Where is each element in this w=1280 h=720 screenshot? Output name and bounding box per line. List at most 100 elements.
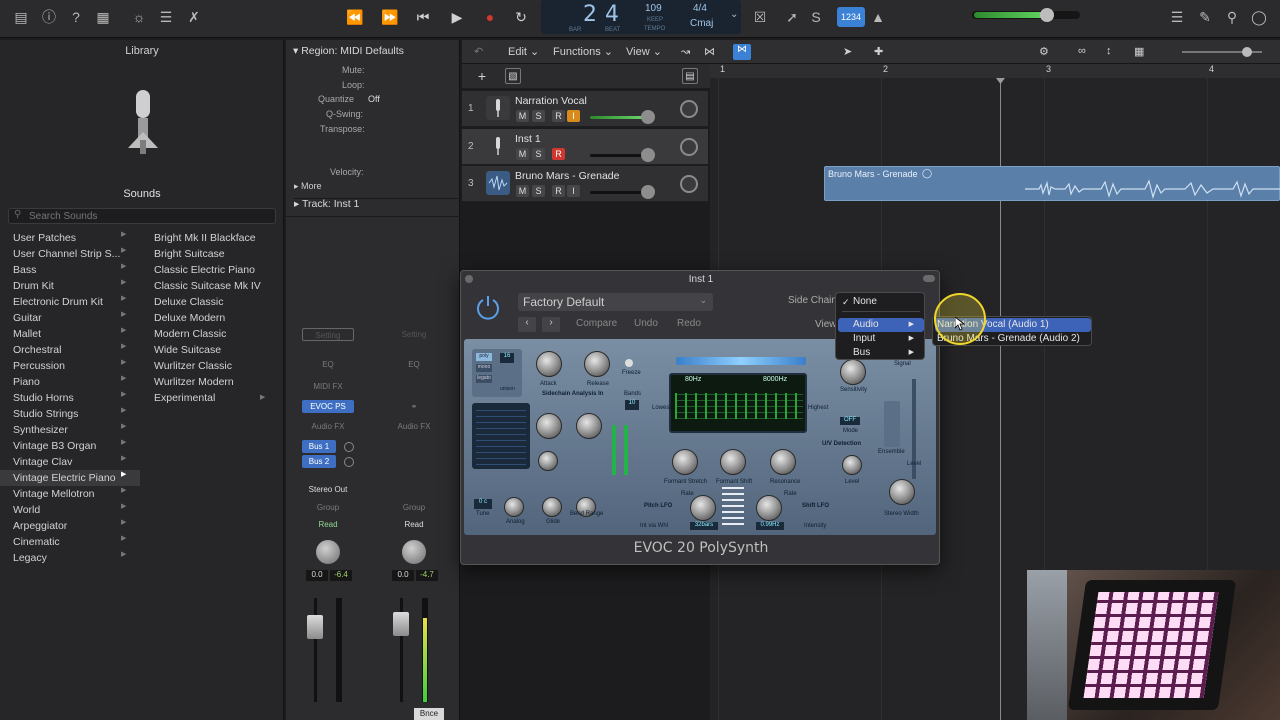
toolbar-icon[interactable]: ▦ <box>92 7 114 27</box>
info-icon[interactable]: ⓘ <box>38 7 60 27</box>
undo-button[interactable]: Undo <box>634 318 658 329</box>
category-item[interactable]: Studio Strings <box>13 406 131 422</box>
send-level-knob[interactable] <box>344 442 354 452</box>
link-icon[interactable]: ⚭ <box>388 400 440 413</box>
record-enable-button[interactable]: R <box>552 185 565 197</box>
search-input[interactable] <box>8 208 276 224</box>
ruler-bar-number[interactable]: 3 <box>1046 64 1051 74</box>
eq-slot[interactable]: EQ <box>388 358 440 371</box>
volume-fader[interactable] <box>393 612 409 636</box>
release-knob[interactable] <box>584 351 610 377</box>
eq-slot[interactable]: EQ <box>302 358 354 371</box>
play-button[interactable]: ▶ <box>443 6 471 28</box>
volume-knob[interactable] <box>641 110 655 124</box>
region-inspector-title[interactable]: ▾ Region: MIDI Defaults <box>293 45 404 57</box>
duplicate-track-icon[interactable]: ▧ <box>505 68 521 84</box>
go-to-beginning-button[interactable]: ⏮ <box>409 6 437 28</box>
mute-button[interactable]: M <box>516 185 529 197</box>
output-slot[interactable]: Stereo Out <box>302 483 354 496</box>
snap-icon[interactable]: ⋈ <box>704 45 715 58</box>
resonance-knob[interactable] <box>770 449 796 475</box>
stereo-width-knob[interactable] <box>889 479 915 505</box>
waveform-zoom-icon[interactable]: ∞ <box>1078 45 1086 57</box>
preset-menu[interactable]: Factory Default ⌄ <box>518 293 713 311</box>
functions-menu[interactable]: Functions ⌄ <box>553 45 613 58</box>
mute-button[interactable]: M <box>516 110 529 122</box>
category-item[interactable]: Vintage Mellotron <box>13 486 131 502</box>
group-slot[interactable]: Group <box>388 501 440 514</box>
category-item[interactable]: Arpeggiator <box>13 518 131 534</box>
bands-display[interactable]: 10 <box>625 400 639 410</box>
back-arrow-icon[interactable]: ↶ <box>474 45 483 58</box>
ruler[interactable] <box>710 64 1280 78</box>
category-item[interactable]: Vintage Clav <box>13 454 131 470</box>
master-volume-knob[interactable] <box>1040 8 1054 22</box>
global-tracks-icon[interactable]: ▤ <box>682 68 698 84</box>
track-name[interactable]: Inst 1 <box>515 133 541 145</box>
lfo-waveform-selector[interactable] <box>722 487 744 525</box>
category-item[interactable]: Studio Horns <box>13 390 131 406</box>
tuner-icon[interactable]: ➚ <box>781 7 803 27</box>
category-item[interactable]: Guitar <box>13 310 131 326</box>
smart-controls-icon[interactable]: ☼ <box>128 7 150 27</box>
view-menu[interactable]: View ⌄ <box>626 45 662 58</box>
attack-fader[interactable] <box>612 425 616 475</box>
record-button[interactable]: ● <box>476 6 504 28</box>
midi-fx-slot[interactable]: MIDI FX <box>302 380 354 393</box>
track-header[interactable]: 1 Narration Vocal M S R I <box>462 91 708 127</box>
pointer-tool-icon[interactable]: ➤ <box>843 45 852 58</box>
setting-button[interactable]: Setting <box>388 328 440 341</box>
quantize-value[interactable]: Off <box>368 94 380 104</box>
category-item[interactable]: World <box>13 502 131 518</box>
formant-range-bar[interactable] <box>676 357 806 365</box>
track-header[interactable]: 3 Bruno Mars - Grenade M S R I <box>462 166 708 202</box>
lcd-display[interactable]: 2 4 BAR BEAT 109 KEEP TEMPO 4/4 Cmaj ⌄ <box>541 0 741 34</box>
gear-icon[interactable]: ⚙ <box>1039 45 1049 58</box>
automation-mode[interactable]: Read <box>302 518 354 531</box>
pitch-lfo-rate-knob[interactable] <box>690 495 716 521</box>
formant-display[interactable]: 80Hz 8000Hz <box>669 373 807 433</box>
category-item[interactable]: Vintage Electric Piano <box>13 470 131 486</box>
ruler-bar-number[interactable]: 2 <box>883 64 888 74</box>
shift-lfo-rate-knob[interactable] <box>756 495 782 521</box>
attack-knob[interactable] <box>536 351 562 377</box>
chevron-down-icon[interactable]: ⌄ <box>730 9 738 20</box>
cutoff-knob[interactable] <box>536 413 562 439</box>
pan-knob[interactable] <box>402 540 426 564</box>
metronome-icon[interactable]: ▲ <box>867 7 889 27</box>
mono-button[interactable]: mono <box>476 364 492 372</box>
formant-shift-knob[interactable] <box>720 449 746 475</box>
forward-button[interactable]: ⏩ <box>376 6 404 28</box>
category-item[interactable]: Synthesizer <box>13 422 131 438</box>
audio-fx-slot[interactable]: Audio FX <box>388 420 440 433</box>
freeze-button[interactable] <box>625 359 633 367</box>
bounce-button[interactable]: Bnce <box>414 708 444 720</box>
voices-display[interactable]: 16 <box>500 353 514 363</box>
volume-fader[interactable] <box>307 615 323 639</box>
category-item[interactable]: Mallet <box>13 326 131 342</box>
redo-button[interactable]: Redo <box>677 318 701 329</box>
ensemble-switch[interactable] <box>884 401 900 447</box>
flex-icon[interactable]: ⋈ <box>733 44 751 60</box>
ruler-bar-number[interactable]: 1 <box>720 64 725 74</box>
help-icon[interactable]: ? <box>65 7 87 27</box>
loops-icon[interactable]: ◯ <box>1248 7 1270 27</box>
send-level-knob[interactable] <box>344 457 354 467</box>
more-disclosure[interactable]: ▸ More <box>294 181 322 192</box>
record-enable-button[interactable]: R <box>552 110 565 122</box>
catch-icon[interactable]: ↝ <box>681 45 690 58</box>
menu-item-none[interactable]: ✓ None <box>838 295 924 309</box>
track-inspector-title[interactable]: ▸ Track: Inst 1 <box>294 198 359 210</box>
editors-icon[interactable]: ✗ <box>183 7 205 27</box>
category-item[interactable]: Vintage B3 Organ <box>13 438 131 454</box>
category-item[interactable]: User Patches <box>13 230 131 246</box>
uv-mode-display[interactable]: OFF <box>840 417 860 425</box>
notepad-icon[interactable]: ✎ <box>1194 7 1216 27</box>
category-item[interactable]: Drum Kit <box>13 278 131 294</box>
pan-knob[interactable] <box>680 138 698 156</box>
menu-item-input[interactable]: Input ▶ <box>838 332 924 346</box>
glide-knob[interactable] <box>542 497 562 517</box>
category-item[interactable]: Electronic Drum Kit <box>13 294 131 310</box>
power-icon[interactable] <box>474 293 502 321</box>
add-track-icon[interactable]: + <box>474 68 490 84</box>
